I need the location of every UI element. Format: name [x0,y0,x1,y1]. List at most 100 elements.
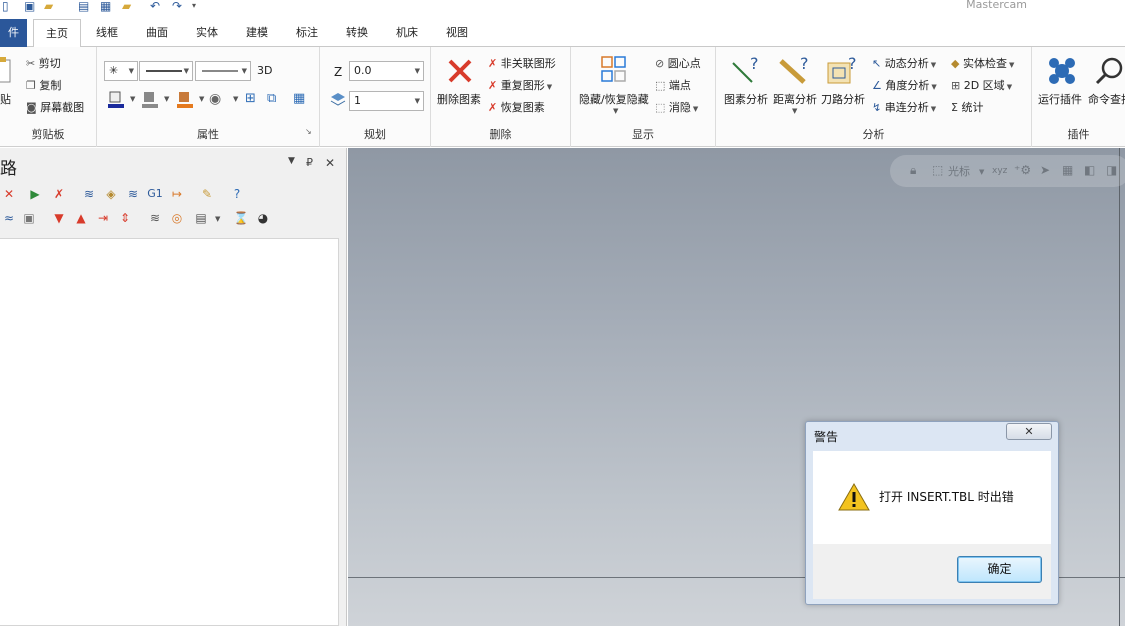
entity-analysis-button[interactable]: 图素分析 [724,91,768,107]
print-icon[interactable]: ▤ [78,0,89,12]
insert-arrow-icon[interactable]: ⇥ [94,209,112,227]
panel-close-icon[interactable]: ✕ [325,156,335,170]
solid-color-caret[interactable]: ▼ [164,95,169,103]
distance-analysis-button[interactable]: 距离分析 [773,91,817,107]
dialog-close-button[interactable]: ✕ [1006,423,1052,440]
xyz-icon[interactable]: xyz [992,166,1007,176]
lock-icon[interactable]: 🔒︎ [910,163,916,178]
solid-color-icon[interactable] [141,91,161,109]
wave-icon[interactable]: ≈ [0,209,18,227]
copy-button[interactable]: ❐ 复制 [26,77,61,93]
delete-entities-button[interactable]: 删除图素 [437,91,481,107]
delete-non-assoc-button[interactable]: ✗ 非关联图形 [488,55,556,71]
run-addin-button[interactable]: 运行插件 [1038,91,1082,107]
hide-unhide-button[interactable]: 隐藏/恢复隐藏 [579,91,649,107]
verify-icon[interactable]: ◈ [102,185,120,203]
regenerate-icon[interactable]: ▶ [26,185,44,203]
line-width-select[interactable]: ▼ [195,61,251,81]
cut-button[interactable]: ✂ 剪切 [26,55,61,71]
tab-surfaces[interactable]: 曲面 [134,19,180,47]
move-insert-icon[interactable]: ⇕ [116,209,134,227]
tab-home[interactable]: 主页 [33,19,81,48]
select-face-icon[interactable]: ◧ [1084,163,1095,177]
regenerate-dirty-icon[interactable]: ✗ [50,185,68,203]
statistics-button[interactable]: Σ 统计 [951,99,983,115]
command-finder-icon[interactable] [1094,55,1125,87]
toolpath-analysis-icon[interactable]: ? [826,55,860,85]
wireframe-color-icon[interactable] [107,91,127,109]
center-point-button[interactable]: ⊘ 圆心点 [655,55,701,71]
operations-tree[interactable] [0,238,339,626]
restore-entities-button[interactable]: ✗ 恢复图素 [488,99,545,115]
cursor-mode-label[interactable]: 光标 [948,163,970,179]
tab-drafting[interactable]: 标注 [284,19,330,47]
snap-icon[interactable]: ⁺⚙ [1014,163,1031,177]
select-solid-icon[interactable]: ▦ [1062,163,1073,177]
paste-icon[interactable] [0,57,14,85]
new-file-icon[interactable]: ▯ [2,0,9,12]
ok-button[interactable]: 确定 [957,556,1042,583]
blank-button[interactable]: ⬚ 消隐 ▼ [655,99,698,115]
select-all-ops-icon[interactable]: ✕ [0,185,18,203]
edit-tool-icon[interactable]: ✎ [198,185,216,203]
solid-check-button[interactable]: ◆ 实体检查 ▼ [951,55,1014,71]
angle-analysis-button[interactable]: ∠ 角度分析 ▼ [872,77,937,93]
material-icon[interactable]: ◉ [209,91,221,107]
surface-color-caret[interactable]: ▼ [199,95,204,103]
tab-view[interactable]: 视图 [434,19,480,47]
backplot-icon[interactable]: ≋ [80,185,98,203]
select-body-icon[interactable]: ◨ [1106,163,1117,177]
surface-color-icon[interactable] [176,91,196,109]
tab-transform[interactable]: 转换 [334,19,380,47]
select-arrow-icon[interactable]: ➤ [1040,163,1050,177]
open-icon[interactable]: ▰ [44,0,53,12]
z-depth-field[interactable]: 0.0 ▼ [349,61,424,81]
delete-duplicate-button[interactable]: ✗ 重复图形 ▼ [488,77,552,93]
options-dropdown-icon[interactable]: ▤ [192,209,210,227]
run-addin-icon[interactable] [1046,55,1078,87]
material-caret[interactable]: ▼ [233,95,238,103]
display-selected-icon[interactable]: ◎ [168,209,186,227]
help-icon[interactable]: ? [228,185,246,203]
statistics-tool-icon[interactable]: ⌛ [232,209,250,227]
cursor-mode-icon[interactable]: ⬚ [932,163,943,177]
line-style-select[interactable]: ▼ [139,61,193,81]
redo-icon[interactable]: ↷ [172,0,182,12]
lock-op-icon[interactable]: ▣ [20,209,38,227]
tab-wireframe[interactable]: 线框 [84,19,130,47]
command-finder-button[interactable]: 命令查找 [1088,91,1125,107]
cursor-mode-caret[interactable]: ▼ [979,168,984,176]
tab-solids[interactable]: 实体 [184,19,230,47]
point-style-select[interactable]: ✳ ▼ [104,61,138,81]
hide-unhide-icon[interactable] [600,55,628,85]
distance-analysis-caret[interactable]: ▼ [792,107,797,115]
screenshot-button[interactable]: ◙ 屏幕截图 [26,99,84,115]
pin-icon[interactable]: ₽ [306,156,313,169]
move-up-icon[interactable]: ▲ [72,209,90,227]
undo-icon[interactable]: ↶ [150,0,160,12]
properties-icon[interactable]: ▰ [122,0,131,12]
post-g1-icon[interactable]: G1 [146,185,164,203]
simulate-icon[interactable]: ≋ [124,185,142,203]
save-icon[interactable]: ▣ [24,0,35,12]
chain-analysis-button[interactable]: ↯ 串连分析 ▼ [872,99,936,115]
area-2d-button[interactable]: ⊞ 2D 区域 ▼ [951,77,1012,93]
endpoints-button[interactable]: ⬚ 端点 [655,77,691,93]
mode-3d-toggle[interactable]: 3D [257,64,272,77]
tab-model[interactable]: 建模 [234,19,280,47]
clear-attributes-icon[interactable]: ▦ [293,91,305,106]
hide-unhide-caret[interactable]: ▼ [613,107,618,115]
distance-analysis-icon[interactable]: ? [778,55,812,85]
display-toggle-icon[interactable]: ≋ [146,209,164,227]
move-down-icon[interactable]: ▼ [50,209,68,227]
highfeed-icon[interactable]: ↦ [168,185,186,203]
set-all-icon[interactable]: ⊞ [245,91,256,106]
options-caret[interactable]: ▼ [215,215,220,223]
level-field[interactable]: 1 ▼ [349,91,424,111]
panel-menu-icon[interactable]: ▼ [288,156,295,166]
save-as-icon[interactable]: ▦ [100,0,111,12]
machine-icon[interactable]: ◕ [254,209,272,227]
customize-qa-icon[interactable]: ▾ [192,0,196,12]
paste-button[interactable]: 贴 [0,91,11,107]
delete-x-icon[interactable] [446,57,474,85]
